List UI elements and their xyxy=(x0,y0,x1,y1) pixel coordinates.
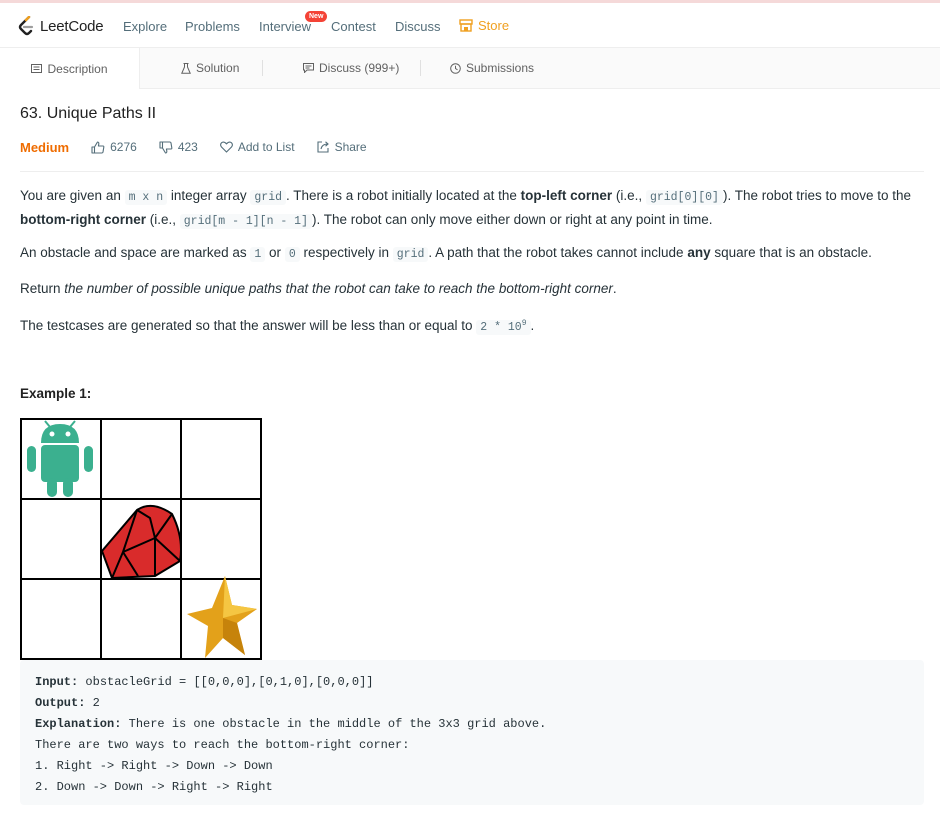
thumbs-down-icon xyxy=(159,140,173,154)
top-navbar: LeetCode Explore Problems Interview New … xyxy=(0,3,940,48)
example-code-block: Input: obstacleGrid = [[0,0,0],[0,1,0],[… xyxy=(20,660,924,805)
tab-description[interactable]: Description xyxy=(0,48,140,89)
bold-text: bottom-right corner xyxy=(20,212,146,227)
text: integer array xyxy=(167,188,251,203)
nav-problems[interactable]: Problems xyxy=(185,19,240,34)
problem-tabs: Description Solution Discuss (999+) Subm… xyxy=(0,48,940,89)
description-paragraph: Return the number of possible unique pat… xyxy=(20,278,925,300)
example-grid-image xyxy=(20,418,262,660)
code-value: 2 xyxy=(85,696,100,710)
problem-title: 63. Unique Paths II xyxy=(20,105,157,122)
share-icon xyxy=(317,141,329,153)
leetcode-logo[interactable]: LeetCode xyxy=(18,16,104,36)
divider xyxy=(20,171,924,172)
tab-submissions-label: Submissions xyxy=(466,61,535,75)
likes-count: 6276 xyxy=(110,140,137,154)
text: respectively in xyxy=(299,245,393,260)
italic-text: the number of possible unique paths that… xyxy=(64,281,613,296)
nav-explore[interactable]: Explore xyxy=(123,19,167,34)
clock-icon xyxy=(450,62,461,74)
text: 2 * 10 xyxy=(480,320,522,334)
tab-description-label: Description xyxy=(47,61,108,76)
tab-submissions[interactable]: Submissions xyxy=(450,48,534,88)
inline-code: m x n xyxy=(124,190,168,205)
text: (i.e., xyxy=(146,212,180,227)
text: . xyxy=(612,281,617,296)
store-icon xyxy=(459,19,473,32)
share-label: Share xyxy=(334,140,367,154)
leetcode-logo-icon xyxy=(18,16,34,36)
dislike-button[interactable]: 423 xyxy=(159,140,198,154)
text: Return xyxy=(20,281,65,296)
thumbs-up-icon xyxy=(91,140,105,154)
inline-code: grid[m - 1][n - 1] xyxy=(179,214,312,229)
code-line: There are two ways to reach the bottom-r… xyxy=(35,738,410,752)
text: (i.e., xyxy=(612,188,646,203)
inline-code: 2 * 109 xyxy=(476,319,531,335)
code-label: Input: xyxy=(35,675,79,689)
tab-discuss-label: Discuss (999+) xyxy=(319,61,400,75)
superscript: 9 xyxy=(521,319,527,328)
text: or xyxy=(265,245,285,260)
code-value: obstacleGrid = [[0,0,0],[0,1,0],[0,0,0]] xyxy=(78,675,374,689)
share-button[interactable]: Share xyxy=(317,140,367,154)
problem-meta: Medium 6276 423 Add to List Share xyxy=(20,139,389,155)
description-icon xyxy=(31,64,43,73)
tab-solution[interactable]: Solution xyxy=(181,48,239,88)
nav-store[interactable]: Store xyxy=(459,18,509,33)
comment-icon xyxy=(303,63,314,73)
inline-code: grid xyxy=(392,247,429,262)
bold-text: top-left corner xyxy=(520,188,613,203)
text: ). The robot can only move either down o… xyxy=(312,212,713,227)
nav-contest[interactable]: Contest xyxy=(331,19,376,34)
heart-icon xyxy=(219,141,233,153)
logo-text: LeetCode xyxy=(40,17,104,35)
text: The testcases are generated so that the … xyxy=(20,317,477,333)
tab-solution-label: Solution xyxy=(196,61,240,75)
example-title: Example 1: xyxy=(20,386,92,401)
code-line-input: Input: obstacleGrid = [[0,0,0],[0,1,0],[… xyxy=(35,672,546,693)
inline-code: 0 xyxy=(284,247,300,262)
inline-code: grid[0][0] xyxy=(645,190,723,205)
description-paragraph: An obstacle and space are marked as 1 or… xyxy=(20,242,925,266)
bold-text: any xyxy=(687,245,711,260)
text: . There is a robot initially located at … xyxy=(286,188,521,203)
code-label: Output: xyxy=(35,696,86,710)
new-badge: New xyxy=(305,11,328,22)
add-to-list-label: Add to List xyxy=(237,140,295,154)
text: An obstacle and space are marked as xyxy=(20,245,251,260)
inline-code: grid xyxy=(250,190,287,205)
dislikes-count: 423 xyxy=(177,140,198,154)
add-to-list-button[interactable]: Add to List xyxy=(219,140,295,154)
nav-interview[interactable]: Interview xyxy=(259,19,311,34)
code-line-output: Output: 2 xyxy=(35,693,546,714)
code-value: There is one obstacle in the middle of t… xyxy=(121,717,547,731)
store-label: Store xyxy=(478,18,510,33)
code-line-explanation: Explanation: There is one obstacle in th… xyxy=(35,714,546,735)
code-label: Explanation: xyxy=(35,717,122,731)
flask-icon xyxy=(181,62,191,74)
like-button[interactable]: 6276 xyxy=(91,140,137,154)
text: . xyxy=(530,317,535,333)
difficulty-label: Medium xyxy=(20,139,70,155)
text: ). The robot tries to move to the xyxy=(722,188,912,203)
description-paragraph: The testcases are generated so that the … xyxy=(20,313,925,339)
tab-separator xyxy=(420,60,421,76)
text: square that is an obstacle. xyxy=(710,245,872,260)
text: . A path that the robot takes cannot inc… xyxy=(428,245,688,260)
code-line: 2. Down -> Down -> Right -> Right xyxy=(35,780,273,794)
tab-separator xyxy=(262,60,263,76)
code-line: 1. Right -> Right -> Down -> Down xyxy=(35,759,273,773)
inline-code: 1 xyxy=(250,247,266,262)
text: You are given an xyxy=(20,188,125,203)
tab-discuss[interactable]: Discuss (999+) xyxy=(303,48,399,88)
description-paragraph: You are given an m x n integer array gri… xyxy=(20,185,925,233)
nav-discuss[interactable]: Discuss xyxy=(395,19,441,34)
